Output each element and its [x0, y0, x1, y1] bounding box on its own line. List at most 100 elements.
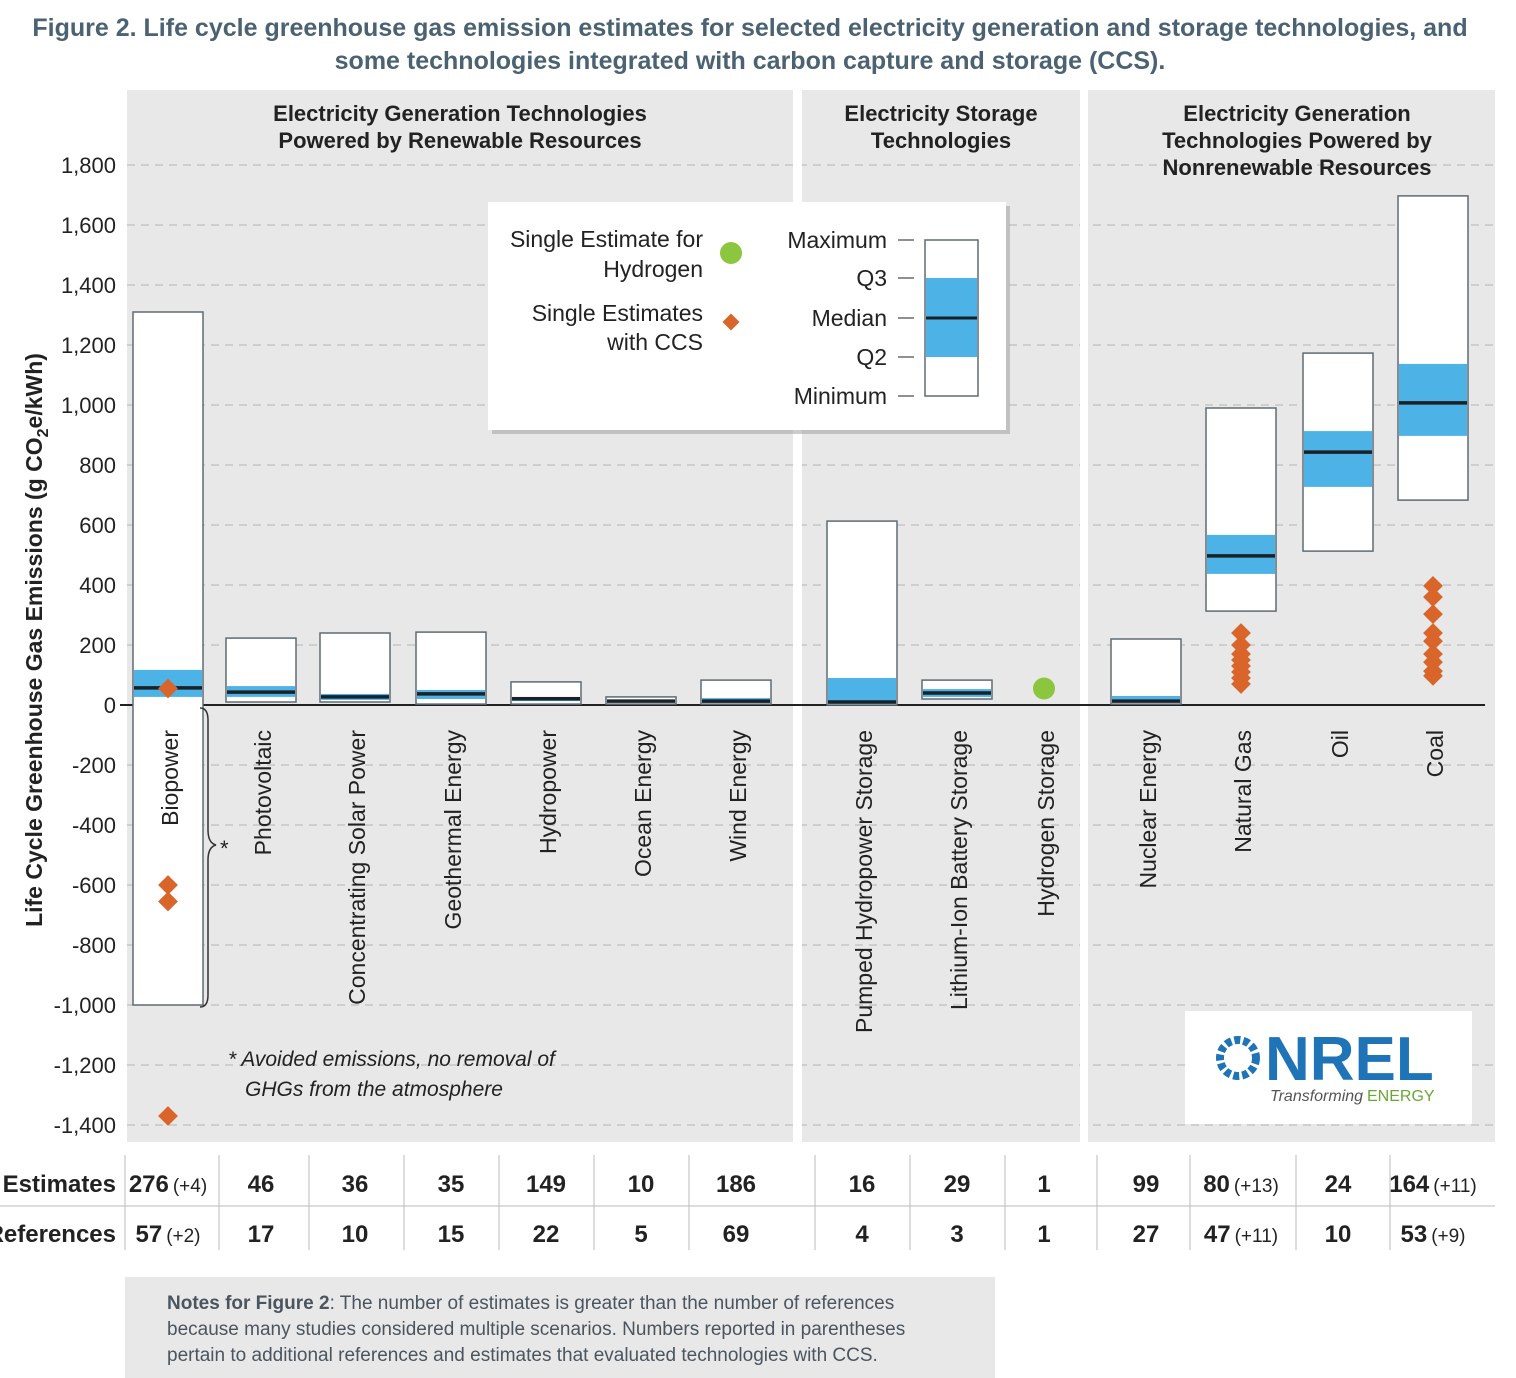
box-iqr	[828, 678, 896, 705]
nrel-logo-text: NREL	[1265, 1025, 1434, 1094]
references-count: 1	[1037, 1221, 1050, 1248]
nrel-tagline: Transforming	[1270, 1088, 1363, 1105]
y-axis-label-sub: 2	[35, 428, 52, 437]
group-header-line: Electricity Generation	[1183, 101, 1410, 126]
references-count: 3	[950, 1221, 963, 1248]
legend-h2-marker	[720, 242, 742, 264]
category-label: Biopower	[157, 730, 183, 826]
y-tick-label: 1,600	[61, 213, 116, 238]
references-count: 69	[723, 1221, 750, 1248]
references-value: 22	[533, 1221, 560, 1248]
references-ccs: (+11)	[1235, 1226, 1278, 1247]
y-tick-label: 1,800	[61, 153, 116, 178]
legend-h2-label: Hydrogen	[603, 256, 703, 282]
estimates-count: 24	[1325, 1171, 1352, 1198]
box-iqr	[1399, 363, 1467, 436]
y-axis-label: Life Cycle Greenhouse Gas Emissions (g C…	[21, 353, 52, 927]
references-value: 47 (+11)	[1204, 1221, 1278, 1248]
y-tick-label: -600	[72, 873, 116, 898]
estimates-value: 36	[342, 1171, 369, 1198]
legend-stat-label: Maximum	[787, 227, 887, 253]
category-label: Nuclear Energy	[1135, 730, 1161, 889]
references-value: 3	[950, 1221, 963, 1248]
category-label: Coal	[1422, 730, 1448, 777]
row-label-references: References	[0, 1221, 116, 1248]
group-header-line: Electricity Storage	[844, 101, 1037, 126]
references-value: 5	[634, 1221, 647, 1248]
references-count: 53	[1400, 1221, 1427, 1248]
references-value: 10	[1325, 1221, 1352, 1248]
estimates-count: 46	[248, 1171, 275, 1198]
y-tick-label: 1,200	[61, 333, 116, 358]
annotation-line: * Avoided emissions, no removal of	[228, 1048, 557, 1071]
references-count: 10	[1325, 1221, 1352, 1248]
estimates-count: 186	[716, 1171, 756, 1198]
group-header-line: Technologies Powered by	[1162, 128, 1433, 153]
group-header: Electricity Generation Technologies Power…	[1162, 101, 1433, 180]
y-axis-label-part: Life Cycle Greenhouse Gas Emissions (g C…	[21, 437, 47, 927]
legend-stat-label: Q2	[856, 344, 887, 370]
box-range	[1397, 195, 1469, 501]
box-range	[1205, 407, 1277, 612]
estimates-count: 164	[1389, 1171, 1430, 1198]
references-ccs: (+2)	[166, 1226, 200, 1247]
estimates-count: 16	[849, 1171, 876, 1198]
y-tick-label: 1,400	[61, 273, 116, 298]
estimates-ccs: (+13)	[1234, 1176, 1279, 1197]
estimates-ccs: (+4)	[173, 1176, 207, 1197]
references-count: 22	[533, 1221, 560, 1248]
estimates-value: 46	[248, 1171, 275, 1198]
box-range	[826, 520, 898, 706]
estimates-value: 80 (+13)	[1203, 1171, 1279, 1198]
references-value: 10	[342, 1221, 369, 1248]
references-count: 27	[1133, 1221, 1160, 1248]
references-count: 17	[248, 1221, 275, 1248]
references-value: 4	[855, 1221, 869, 1248]
y-axis-label-part: e/kWh)	[21, 353, 47, 428]
y-tick-label: -1,200	[54, 1053, 116, 1078]
asterisk: *	[220, 836, 229, 861]
legend-h2-label: Single Estimate for	[510, 226, 703, 252]
y-tick-label: -1,400	[54, 1113, 116, 1138]
category-label: Oil	[1327, 730, 1353, 758]
estimates-value: 10	[628, 1171, 655, 1198]
references-count: 5	[634, 1221, 647, 1248]
figure: Figure 2. Life cycle greenhouse gas emis…	[0, 0, 1516, 1378]
box-range	[1110, 638, 1182, 705]
box-range	[319, 632, 391, 703]
y-tick-label: 400	[79, 573, 116, 598]
legend-stat-label: Q3	[856, 265, 887, 291]
box-plot: 1,800 1,600 1,400 1,200 1,000 800 600 400 200 0 -2…	[0, 90, 1495, 1250]
row-label-estimates: Estimates	[3, 1171, 116, 1198]
y-tick-label: 0	[104, 693, 116, 718]
estimates-value: 24	[1325, 1171, 1352, 1198]
estimates-value: 35	[438, 1171, 465, 1198]
estimates-value: 1	[1037, 1171, 1050, 1198]
y-tick-label: -1,000	[54, 993, 116, 1018]
estimates-count: 29	[944, 1171, 971, 1198]
references-value: 15	[438, 1221, 465, 1248]
estimates-count: 276	[129, 1171, 169, 1198]
references-count: 10	[342, 1221, 369, 1248]
hydrogen-single-estimate	[1033, 677, 1055, 700]
category-label: Lithium-Ion Battery Storage	[946, 730, 972, 1010]
y-tick-label: -200	[72, 753, 116, 778]
legend-ccs-label: Single Estimates	[532, 300, 703, 326]
references-count: 57	[135, 1221, 162, 1248]
y-tick-label: 200	[79, 633, 116, 658]
references-value: 27	[1133, 1221, 1160, 1248]
estimates-value: 99	[1133, 1171, 1160, 1198]
y-tick-label: 800	[79, 453, 116, 478]
annotation-line: GHGs from the atmosphere	[245, 1078, 503, 1101]
estimates-count: 80	[1203, 1171, 1230, 1198]
category-label: Ocean Energy	[630, 730, 656, 878]
category-label: Natural Gas	[1230, 730, 1256, 853]
estimates-value: 276 (+4)	[129, 1171, 207, 1198]
references-value: 53 (+9)	[1400, 1221, 1465, 1248]
references-count: 47	[1204, 1221, 1231, 1248]
references-value: 17	[248, 1221, 275, 1248]
estimates-count: 149	[526, 1171, 566, 1198]
y-tick-label: -800	[72, 933, 116, 958]
legend-stat-label: Minimum	[794, 383, 887, 409]
category-label: Pumped Hydropower Storage	[851, 730, 877, 1033]
